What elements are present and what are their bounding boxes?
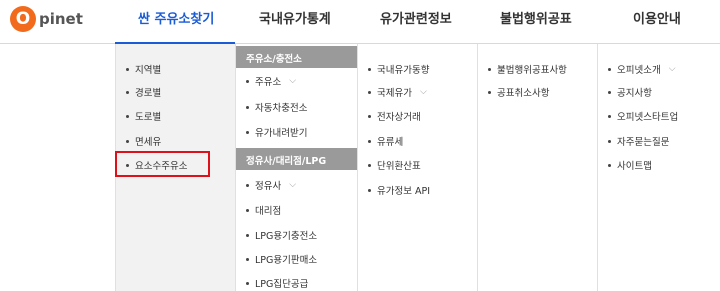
bullet-dot-icon (246, 257, 249, 261)
section-header-refiners: 정유사/대리점/LPG (236, 148, 357, 170)
bullet-dot-icon (368, 90, 371, 94)
bullet-dot-icon (368, 67, 371, 71)
bullet-dot-icon (608, 67, 611, 71)
menu-item-label: 단위환산표 (377, 161, 421, 172)
menu-item-gas-station[interactable]: 주유소 ⌵ (246, 74, 296, 88)
highlight-box (115, 151, 210, 177)
bullet-dot-icon (368, 139, 371, 143)
menu-item-refiner[interactable]: 정유사 ⌵ (246, 178, 296, 192)
menu-item-label: 대리점 (255, 206, 282, 217)
menu-item-e-commerce[interactable]: 전자상거래 (368, 109, 421, 123)
menu-item-label: 도로별 (135, 112, 162, 123)
menu-item-by-route[interactable]: 경로별 (126, 85, 161, 99)
menu-item-price-api[interactable]: 유가정보 API (368, 183, 430, 197)
menu-item-opinet-startup[interactable]: 오피넷스타트업 (608, 109, 678, 123)
bullet-dot-icon (608, 163, 611, 167)
nav-domestic-price-stats[interactable]: 국내유가통계 (259, 8, 331, 27)
bullet-dot-icon (126, 90, 129, 94)
menu-item-fuel-tax[interactable]: 유류세 (368, 134, 403, 148)
nav-price-info[interactable]: 유가관련정보 (380, 8, 452, 27)
submenu-column-disclosure: 불법행위공표사항 공표취소사항 (477, 44, 597, 291)
bullet-dot-icon (246, 79, 249, 83)
menu-item-label: 자동차충전소 (255, 103, 308, 114)
section-header-stations: 주유소/충전소 (236, 46, 357, 68)
menu-item-lpg-cylinder-charging[interactable]: LPG용기충전소 (246, 228, 317, 242)
menu-item-tax-free-oil[interactable]: 면세유 (126, 134, 161, 148)
menu-item-agency[interactable]: 대리점 (246, 203, 281, 217)
bullet-dot-icon (246, 130, 249, 134)
chevron-down-icon: ⌵ (289, 76, 297, 86)
menu-item-label: 유가정보 API (377, 186, 431, 197)
bullet-dot-icon (126, 139, 129, 143)
bullet-dot-icon (246, 233, 249, 237)
menu-item-about-opinet[interactable]: 오피넷소개 ⌵ (608, 62, 676, 76)
menu-item-label: 정유사 (255, 181, 282, 192)
menu-item-label: 불법행위공표사항 (497, 65, 567, 76)
bullet-dot-icon (488, 67, 491, 71)
menu-item-label: 전자상거래 (377, 112, 421, 123)
menu-item-label: 공표취소사항 (497, 88, 550, 99)
menu-item-lpg-group-supply[interactable]: LPG집단공급 (246, 276, 308, 290)
bullet-dot-icon (608, 114, 611, 118)
menu-item-by-region[interactable]: 지역별 (126, 62, 161, 76)
menu-item-illegal-disclosures[interactable]: 불법행위공표사항 (488, 62, 567, 76)
bullet-dot-icon (126, 67, 129, 71)
bullet-dot-icon (126, 114, 129, 118)
menu-item-sitemap[interactable]: 사이트맵 (608, 158, 652, 172)
menu-item-label: 지역별 (135, 65, 162, 76)
menu-item-label: 국제유가 (377, 88, 412, 99)
menu-item-unit-converter[interactable]: 단위환산표 (368, 158, 421, 172)
menu-item-label: 사이트맵 (617, 161, 652, 172)
bullet-dot-icon (246, 208, 249, 212)
bullet-dot-icon (368, 114, 371, 118)
menu-item-ev-charging[interactable]: 자동차충전소 (246, 100, 307, 114)
bullet-dot-icon (488, 90, 491, 94)
menu-item-label: 유류세 (377, 137, 404, 148)
menu-item-label: LPG용기판매소 (255, 255, 318, 266)
chevron-down-icon: ⌵ (289, 180, 297, 190)
menu-item-faq[interactable]: 자주묻는질문 (608, 134, 669, 148)
menu-item-label: 오피넷스타트업 (617, 112, 679, 123)
submenu-column-price-info: 국내유가동향 국제유가 ⌵ 전자상거래 유류세 단위환산표 유가정보 API (357, 44, 477, 291)
menu-item-label: LPG용기충전소 (255, 231, 318, 242)
menu-item-label: 주유소 (255, 77, 282, 88)
menu-item-label: 자주묻는질문 (617, 137, 670, 148)
bullet-dot-icon (368, 188, 371, 192)
menu-item-label: 면세유 (135, 137, 162, 148)
submenu-column-stations: 주유소/충전소 주유소 ⌵ 자동차충전소 유가내려받기 정유사/대리점/LPG 정… (235, 44, 357, 291)
menu-item-intl-price[interactable]: 국제유가 ⌵ (368, 85, 427, 99)
menu-item-domestic-trend[interactable]: 국내유가동향 (368, 62, 429, 76)
menu-item-label: LPG집단공급 (255, 279, 309, 290)
menu-item-lpg-cylinder-sales[interactable]: LPG용기판매소 (246, 252, 317, 266)
chevron-down-icon: ⌵ (419, 87, 427, 97)
global-nav: 싼 주유소찾기 국내유가통계 유가관련정보 불법행위공표 이용안내 (0, 0, 720, 44)
bullet-dot-icon (246, 105, 249, 109)
nav-cheap-station-search[interactable]: 싼 주유소찾기 (138, 8, 214, 27)
chevron-down-icon: ⌵ (668, 64, 676, 74)
nav-illegal-disclosure[interactable]: 불법행위공표 (500, 8, 572, 27)
top-navigation-bar: O pinet 싼 주유소찾기 국내유가통계 유가관련정보 불법행위공표 이용안… (0, 0, 720, 45)
menu-item-disclosure-cancel[interactable]: 공표취소사항 (488, 85, 549, 99)
bullet-dot-icon (608, 139, 611, 143)
menu-item-label: 유가내려받기 (255, 128, 308, 139)
menu-item-label: 국내유가동향 (377, 65, 430, 76)
bullet-dot-icon (246, 281, 249, 285)
submenu-column-guide: 오피넷소개 ⌵ 공지사항 오피넷스타트업 자주묻는질문 사이트맵 (597, 44, 720, 291)
menu-item-notices[interactable]: 공지사항 (608, 85, 652, 99)
menu-item-label: 공지사항 (617, 88, 652, 99)
nav-usage-guide[interactable]: 이용안내 (633, 8, 681, 27)
menu-item-price-download[interactable]: 유가내려받기 (246, 125, 307, 139)
menu-item-label: 오피넷소개 (617, 65, 661, 76)
bullet-dot-icon (608, 90, 611, 94)
bullet-dot-icon (368, 163, 371, 167)
bullet-dot-icon (246, 183, 249, 187)
menu-item-by-road[interactable]: 도로별 (126, 109, 161, 123)
menu-item-label: 경로별 (135, 88, 162, 99)
